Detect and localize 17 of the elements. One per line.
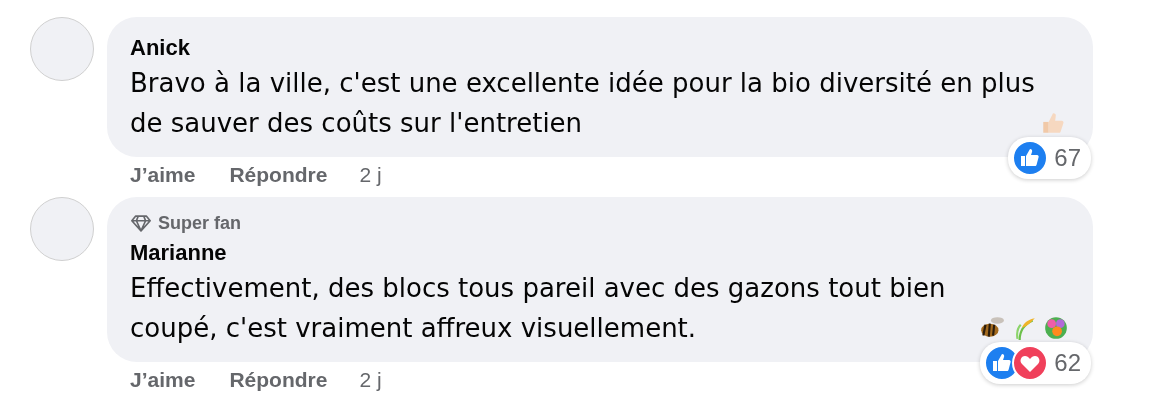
thumbs-up-icon	[1040, 110, 1066, 136]
timestamp[interactable]: 2 j	[359, 368, 382, 392]
diamond-icon	[130, 214, 152, 233]
flower-bouquet-icon	[1043, 315, 1069, 341]
comment-text: Effectivement, des blocs tous pareil avec des gazons tout bien coupé, c'est vraiment affreux visuellement.	[130, 272, 947, 345]
timestamp[interactable]: 2 j	[359, 163, 382, 187]
action-link[interactable]: J’aime	[130, 163, 196, 187]
like-icon	[1012, 140, 1049, 176]
action-link[interactable]: J’aime	[130, 368, 196, 392]
badge-label: Super fan	[158, 213, 241, 234]
comment-text: Bravo à la ville, c'est une excellente idée pour la bio diversité en plus de sauver des coûts sur l'entretien	[130, 67, 1036, 140]
reaction-count[interactable]: 67	[1008, 137, 1091, 179]
author-name[interactable]: Anick	[130, 33, 1069, 63]
action-link[interactable]: Répondre	[229, 368, 328, 392]
author-name[interactable]: Marianne	[130, 238, 1069, 268]
action-link[interactable]: Répondre	[229, 163, 328, 187]
reaction-count[interactable]: 62	[980, 342, 1091, 384]
